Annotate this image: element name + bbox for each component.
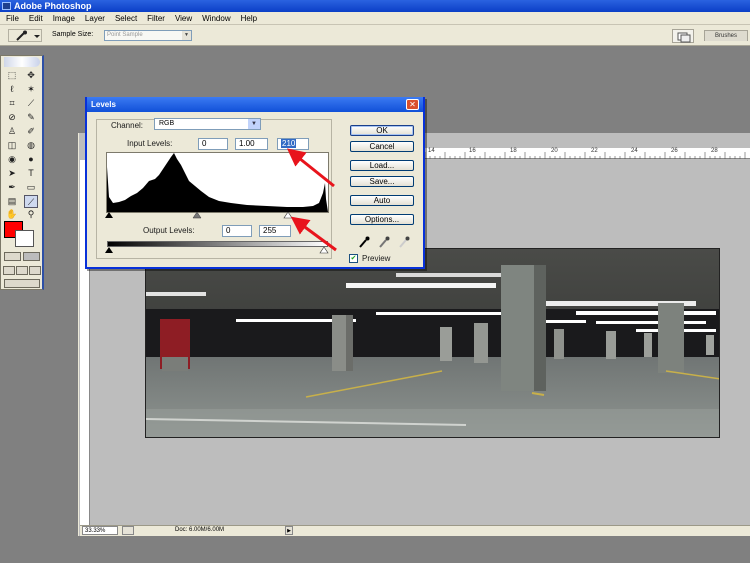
blur-tool-icon[interactable]: ◉	[5, 153, 19, 166]
path-selection-tool-icon[interactable]: ➤	[5, 167, 19, 180]
channel-select[interactable]: RGB ▼	[154, 118, 261, 130]
menu-help[interactable]: Help	[237, 12, 263, 25]
save-button[interactable]: Save...	[350, 176, 414, 187]
slice-tool-icon[interactable]: ⟋	[24, 97, 38, 110]
standard-screen-mode-button[interactable]	[3, 266, 15, 275]
levels-title-text: Levels	[91, 100, 116, 109]
options-bar: Sample Size: Point Sample ▼	[0, 25, 750, 46]
eyedropper-tool-icon[interactable]: ⟋	[24, 195, 38, 208]
cancel-button[interactable]: Cancel	[350, 141, 414, 152]
full-screen-mode-button[interactable]	[29, 266, 41, 275]
white-eyedropper-icon[interactable]	[397, 235, 411, 249]
preview-label: Preview	[362, 254, 391, 263]
sample-size-value: Point Sample	[107, 32, 143, 38]
sample-size-select[interactable]: Point Sample ▼	[104, 30, 192, 41]
preview-checkbox[interactable]: ✔	[349, 254, 358, 263]
parking-garage-photo[interactable]	[145, 248, 720, 438]
tool-preset-picker[interactable]	[8, 29, 42, 42]
menu-file[interactable]: File	[2, 12, 25, 25]
magic-wand-tool-icon[interactable]: ✶	[24, 83, 38, 96]
standard-mode-button[interactable]	[4, 252, 21, 261]
status-menu-arrow-icon[interactable]: ▶	[285, 526, 293, 535]
histogram-graph	[107, 153, 328, 212]
output-white-field[interactable]: 255	[259, 225, 291, 237]
output-sliders[interactable]	[103, 247, 331, 255]
app-title-bar: Adobe Photoshop	[0, 0, 750, 12]
dodge-tool-icon[interactable]: ●	[24, 153, 38, 166]
jump-to-imageready-button[interactable]	[4, 279, 40, 288]
black-eyedropper-icon[interactable]	[357, 235, 371, 249]
white-point-slider[interactable]	[283, 212, 293, 219]
chevron-down-icon: ▼	[182, 31, 191, 40]
brushes-palette-tab[interactable]: Brushes	[704, 30, 748, 41]
brush-tool-icon[interactable]: ✎	[24, 111, 38, 124]
eraser-tool-icon[interactable]: ◫	[5, 139, 19, 152]
gray-eyedropper-icon[interactable]	[377, 235, 391, 249]
lasso-tool-icon[interactable]: ℓ	[5, 83, 19, 96]
output-white-slider[interactable]	[319, 247, 329, 254]
clone-stamp-tool-icon[interactable]: ♙	[5, 125, 19, 138]
crop-tool-icon[interactable]: ⌗	[5, 97, 19, 110]
output-black-field[interactable]: 0	[222, 225, 252, 237]
zoom-tool-icon[interactable]: ⚲	[24, 208, 38, 221]
horizontal-ruler: 14 16 18 20 22 24 26 28	[425, 148, 750, 159]
input-black-field[interactable]: 0	[198, 138, 228, 150]
ok-button[interactable]: OK	[350, 125, 414, 136]
input-white-field[interactable]: 210	[277, 138, 309, 150]
levels-dialog-title: Levels	[87, 97, 423, 112]
toolbox-header-feather	[4, 57, 40, 67]
type-tool-icon[interactable]: T	[24, 167, 38, 180]
input-gamma-field[interactable]: 1.00	[235, 138, 268, 150]
chevron-down-icon: ▼	[248, 119, 260, 129]
pen-tool-icon[interactable]: ✒	[5, 181, 19, 194]
menu-layer[interactable]: Layer	[81, 12, 111, 25]
zoom-refresh-icon[interactable]	[122, 526, 134, 535]
quick-mask-mode-button[interactable]	[23, 252, 40, 261]
histogram	[106, 152, 329, 213]
gamma-slider[interactable]	[192, 212, 202, 219]
healing-brush-tool-icon[interactable]: ⊘	[5, 111, 19, 124]
ruler-ticks	[425, 152, 746, 159]
photoshop-app-icon	[2, 2, 11, 10]
load-button[interactable]: Load...	[350, 160, 414, 171]
input-white-value: 210	[281, 139, 297, 148]
paint-bucket-tool-icon[interactable]: ◍	[24, 139, 38, 152]
menu-filter[interactable]: Filter	[143, 12, 171, 25]
palette-well-icon[interactable]	[672, 29, 694, 43]
channel-value: RGB	[159, 120, 175, 127]
options-button[interactable]: Options...	[350, 214, 414, 225]
move-tool-icon[interactable]: ✥	[24, 69, 38, 82]
notes-tool-icon[interactable]: ▤	[5, 195, 19, 208]
input-levels-label: Input Levels:	[127, 139, 173, 148]
app-title: Adobe Photoshop	[14, 1, 92, 11]
menu-window[interactable]: Window	[198, 12, 236, 25]
background-color-swatch[interactable]	[15, 230, 34, 247]
hand-tool-icon[interactable]: ✋	[5, 208, 19, 221]
close-icon[interactable]: ✕	[406, 99, 419, 110]
black-point-slider[interactable]	[105, 212, 113, 218]
history-brush-tool-icon[interactable]: ✐	[24, 125, 38, 138]
levels-dialog: Levels ✕ Channel: RGB ▼ Input Levels: 0 …	[85, 97, 425, 269]
eyedropper-icon	[16, 30, 40, 41]
menu-image[interactable]: Image	[49, 12, 81, 25]
document-size-info: Doc: 6.00M/6.00M	[175, 527, 225, 533]
full-screen-menu-mode-button[interactable]	[16, 266, 28, 275]
toolbox: ⬚ ✥ ℓ ✶ ⌗ ⟋ ⊘ ✎ ♙ ✐ ◫ ◍ ◉ ● ➤ T ✒ ▭ ▤ ⟋ …	[0, 55, 44, 290]
menu-bar: File Edit Image Layer Select Filter View…	[0, 12, 750, 25]
menu-edit[interactable]: Edit	[25, 12, 49, 25]
marquee-tool-icon[interactable]: ⬚	[5, 69, 19, 82]
output-levels-label: Output Levels:	[143, 226, 195, 235]
zoom-level-field[interactable]: 33.33%	[82, 526, 118, 535]
sample-size-label: Sample Size:	[52, 31, 94, 38]
output-black-slider[interactable]	[105, 247, 113, 253]
shape-tool-icon[interactable]: ▭	[24, 181, 38, 194]
channel-label: Channel:	[111, 121, 144, 130]
menu-select[interactable]: Select	[111, 12, 143, 25]
menu-view[interactable]: View	[171, 12, 198, 25]
input-sliders[interactable]	[103, 212, 331, 220]
auto-button[interactable]: Auto	[350, 195, 414, 206]
